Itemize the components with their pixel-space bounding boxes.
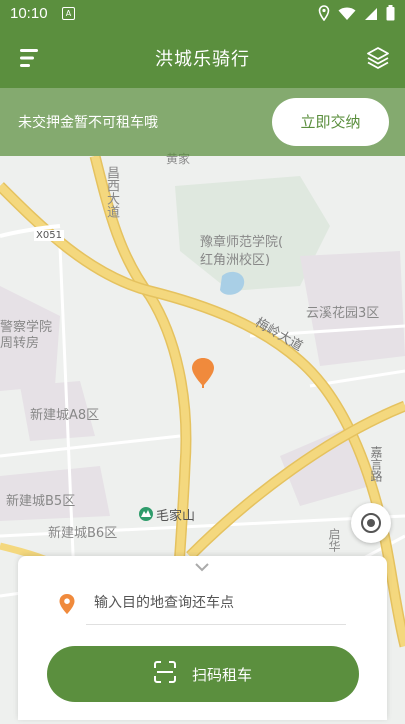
locate-icon bbox=[361, 513, 381, 533]
deposit-message: 未交押金暂不可租车哦 bbox=[18, 115, 158, 131]
map-label-xinjian-a8: 新建城A8区 bbox=[30, 408, 100, 423]
deposit-banner: 未交押金暂不可租车哦 立即交纳 bbox=[0, 88, 405, 156]
bottom-panel: 扫码租车 bbox=[18, 556, 387, 720]
chevron-down-icon[interactable] bbox=[192, 559, 212, 573]
status-time: 10:10 bbox=[10, 5, 48, 22]
signal-icon bbox=[364, 6, 378, 25]
destination-search-input[interactable] bbox=[94, 588, 344, 618]
status-icons bbox=[318, 5, 395, 25]
input-divider bbox=[86, 624, 346, 625]
app-title: 洪城乐骑行 bbox=[155, 49, 250, 70]
map-label-xinjian-b5: 新建城B5区 bbox=[6, 494, 76, 509]
locate-button[interactable] bbox=[351, 503, 391, 543]
park-icon bbox=[139, 507, 153, 521]
map-label-maojiashan: 毛家山 bbox=[156, 509, 196, 524]
wifi-icon bbox=[338, 6, 356, 25]
scan-rent-button[interactable]: 扫码租车 bbox=[47, 646, 359, 702]
map-label-yunxi-garden: 云溪花园3区 bbox=[306, 306, 380, 321]
layers-icon[interactable] bbox=[365, 45, 391, 71]
scan-rent-label: 扫码租车 bbox=[191, 665, 252, 684]
app-bar: 洪城乐骑行 bbox=[0, 28, 405, 88]
destination-pin-icon bbox=[58, 593, 76, 615]
map-label-x051: X051 bbox=[34, 230, 64, 241]
map-label-yuzhang-college: 豫章师范学院( 红角洲校区) bbox=[200, 235, 284, 268]
status-bar: 10:10 A bbox=[0, 0, 405, 28]
map-label-zhouzhuan: 周转房 bbox=[0, 336, 40, 351]
battery-icon bbox=[386, 5, 395, 25]
pay-deposit-button[interactable]: 立即交纳 bbox=[272, 98, 389, 146]
notification-icon: A bbox=[62, 7, 75, 20]
location-icon bbox=[318, 5, 330, 25]
map-label-xinjian-b6: 新建城B6区 bbox=[48, 526, 118, 541]
map-label-changxi-road: 昌西大道 bbox=[104, 166, 119, 218]
scan-icon bbox=[153, 661, 176, 687]
map-label-jiayan-road: 嘉言路 bbox=[369, 446, 383, 482]
map-label-qihua: 启华 bbox=[327, 528, 341, 552]
